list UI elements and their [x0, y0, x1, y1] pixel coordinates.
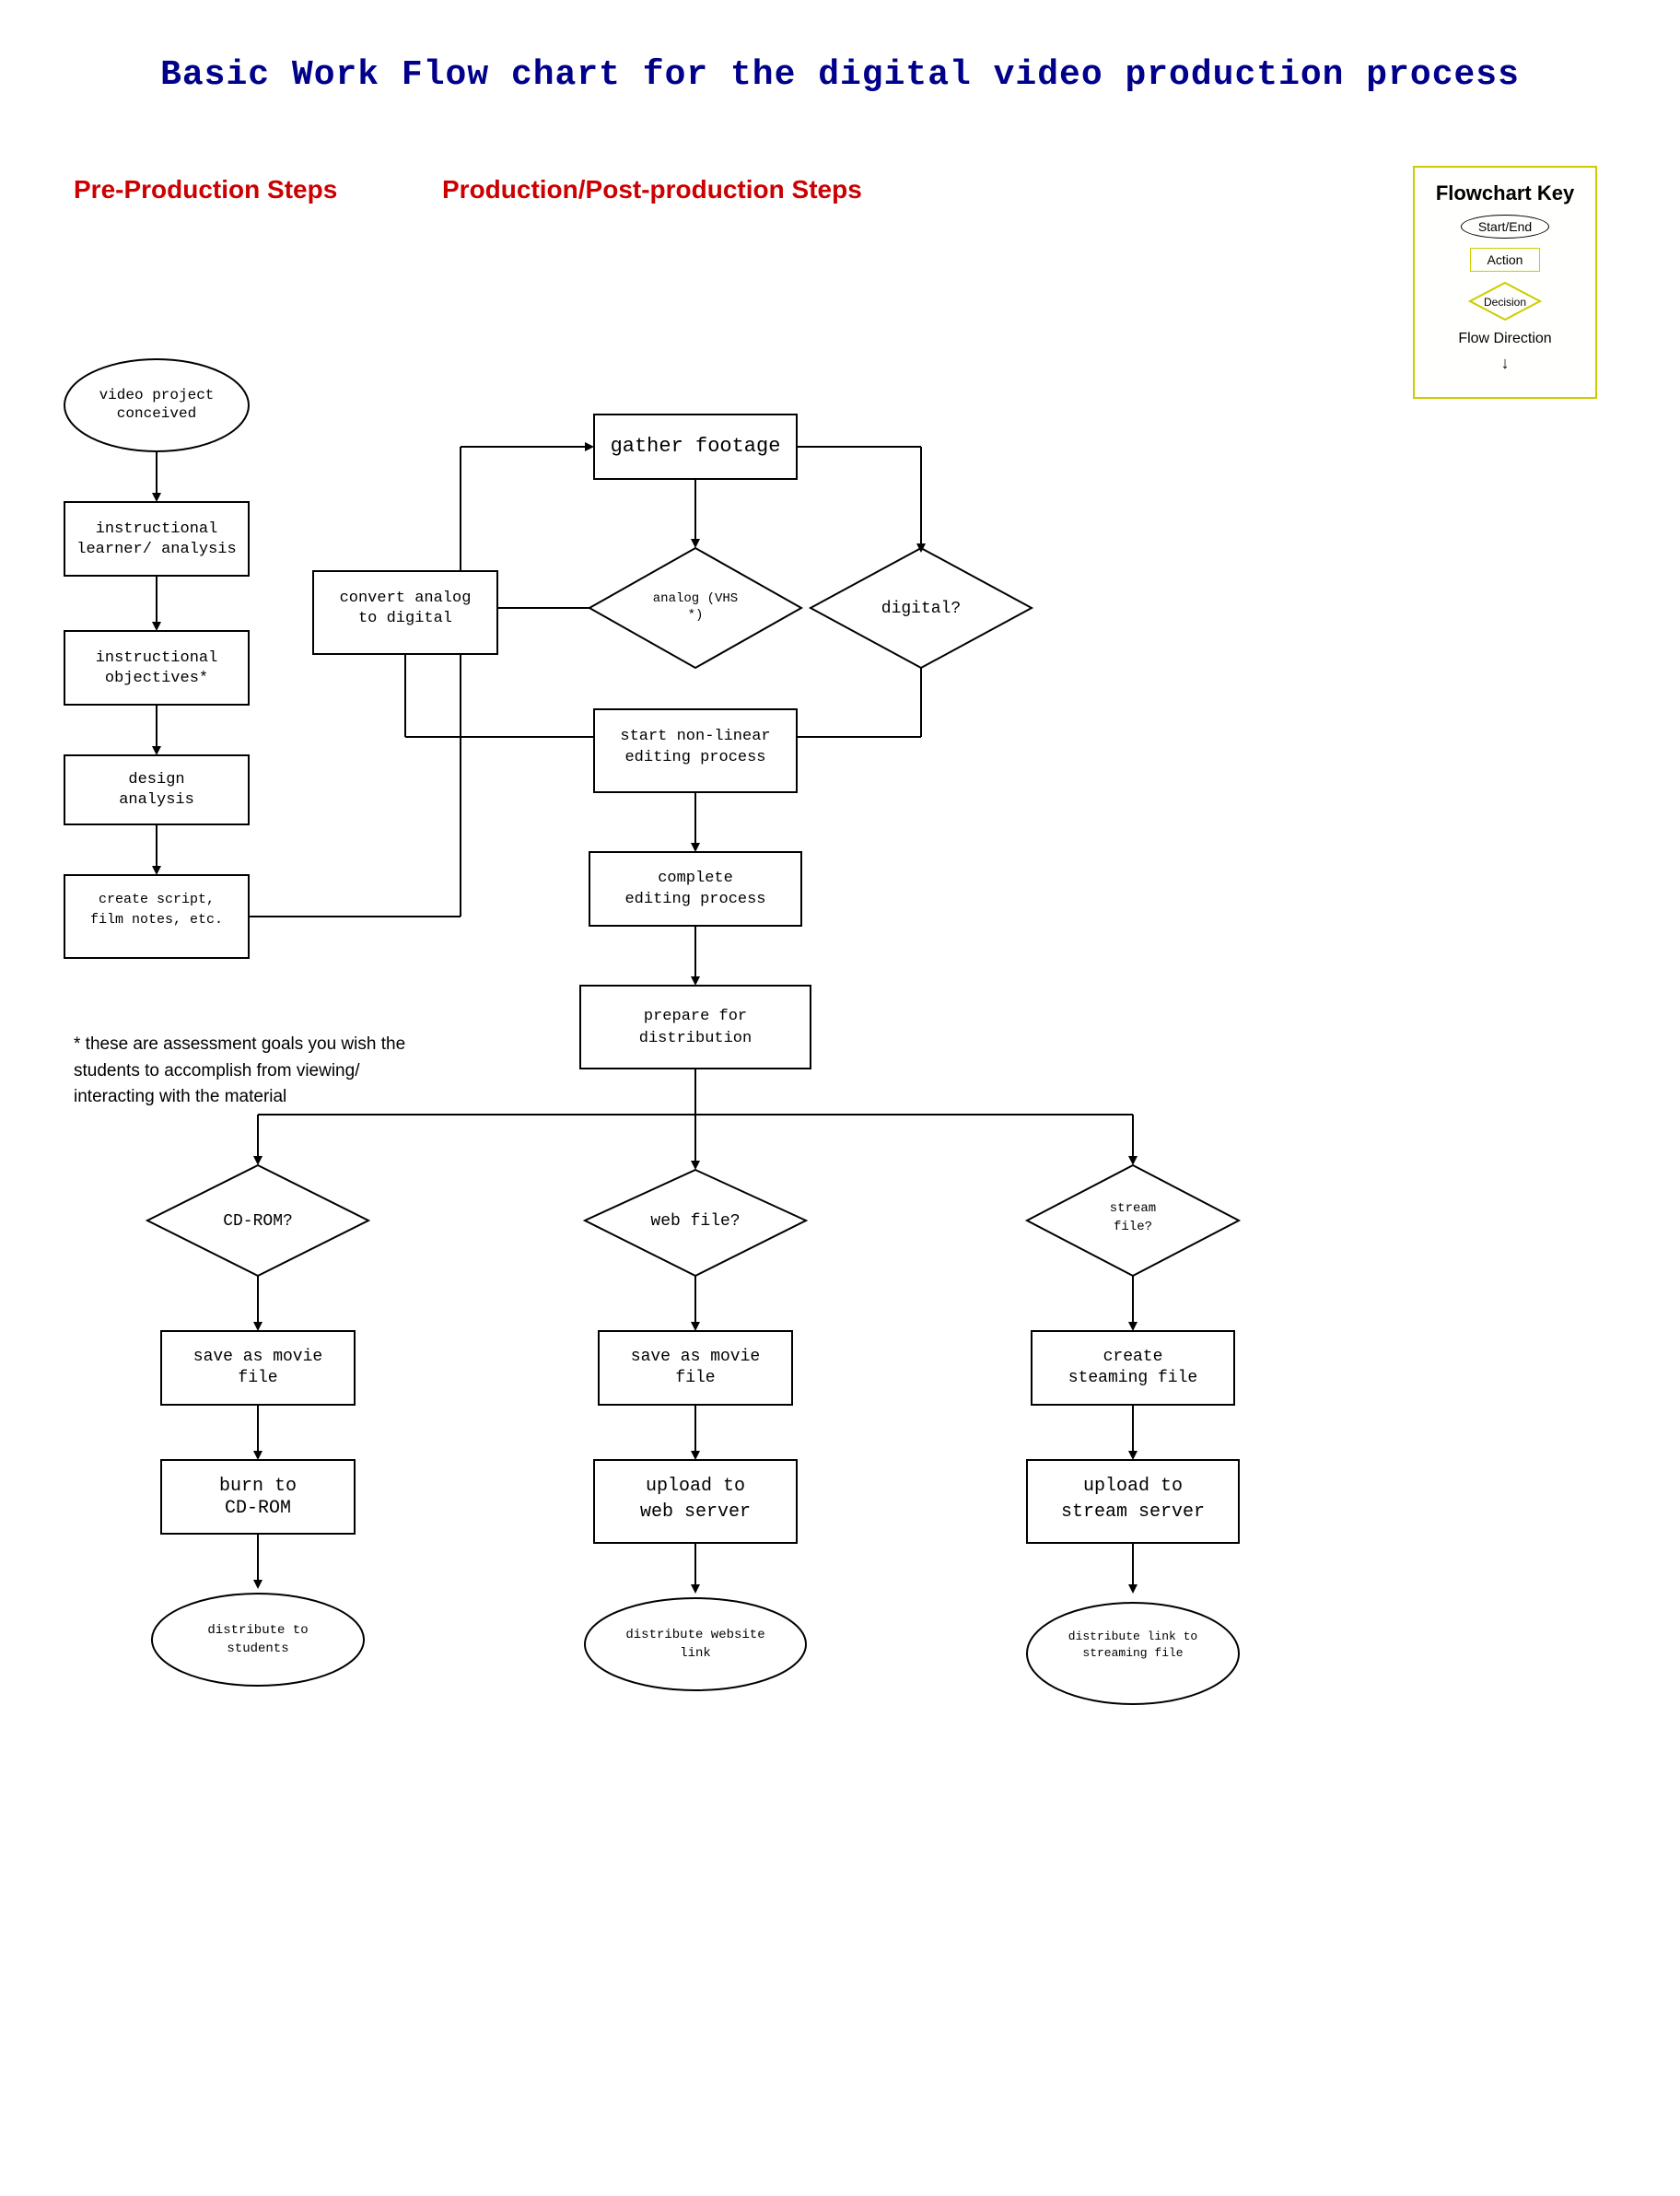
svg-text:save as movie: save as movie	[631, 1348, 760, 1366]
svg-text:editing process: editing process	[624, 749, 765, 766]
svg-text:start non-linear: start non-linear	[620, 728, 770, 745]
svg-text:video project: video project	[99, 387, 215, 403]
svg-text:CD-ROM?: CD-ROM?	[223, 1212, 293, 1231]
svg-text:instructional: instructional	[96, 649, 218, 667]
svg-text:link: link	[680, 1646, 711, 1661]
svg-text:students: students	[227, 1641, 288, 1656]
svg-text:file: file	[238, 1369, 277, 1387]
svg-text:digital?: digital?	[881, 600, 961, 618]
svg-text:*): *)	[688, 608, 704, 623]
svg-text:editing process: editing process	[624, 891, 765, 908]
main-title: Basic Work Flow chart for the digital vi…	[74, 55, 1606, 95]
svg-text:file: file	[675, 1369, 715, 1387]
svg-text:burn to: burn to	[219, 1476, 297, 1497]
svg-text:analog (VHS: analog (VHS	[653, 591, 738, 606]
svg-text:distribute website: distribute website	[625, 1628, 764, 1642]
svg-text:streaming file: streaming file	[1082, 1646, 1183, 1660]
svg-text:save as movie: save as movie	[193, 1348, 322, 1366]
svg-text:film notes, etc.: film notes, etc.	[90, 912, 223, 928]
flowchart-svg: video project conceived instructional le…	[0, 138, 1680, 2165]
svg-text:stream: stream	[1110, 1201, 1156, 1216]
svg-text:create: create	[1103, 1348, 1163, 1366]
svg-text:upload to: upload to	[1083, 1476, 1183, 1497]
svg-text:instructional: instructional	[96, 520, 218, 538]
page: Basic Work Flow chart for the digital vi…	[0, 0, 1680, 2196]
svg-text:distribute link to: distribute link to	[1068, 1629, 1197, 1643]
svg-text:objectives*: objectives*	[105, 670, 208, 687]
svg-text:to digital: to digital	[358, 610, 452, 627]
svg-text:CD-ROM: CD-ROM	[225, 1498, 291, 1519]
svg-text:distribution: distribution	[639, 1030, 752, 1047]
svg-text:create script,: create script,	[99, 892, 215, 907]
svg-text:learner/ analysis: learner/ analysis	[76, 541, 236, 558]
svg-text:web server: web server	[640, 1501, 751, 1523]
svg-text:design: design	[128, 771, 184, 788]
svg-text:convert analog: convert analog	[340, 590, 472, 607]
svg-text:prepare for: prepare for	[644, 1008, 747, 1025]
svg-text:analysis: analysis	[119, 791, 194, 809]
svg-text:complete: complete	[658, 870, 733, 887]
svg-text:gather footage: gather footage	[611, 435, 781, 458]
footnote: * these are assessment goals you wish th…	[74, 1032, 424, 1111]
svg-text:steaming file: steaming file	[1068, 1369, 1197, 1387]
svg-text:distribute to: distribute to	[207, 1623, 308, 1638]
svg-text:stream server: stream server	[1061, 1501, 1205, 1523]
svg-text:web file?: web file?	[650, 1212, 740, 1231]
svg-text:upload to: upload to	[646, 1476, 745, 1497]
svg-text:conceived: conceived	[117, 405, 196, 422]
svg-text:file?: file?	[1114, 1220, 1152, 1234]
